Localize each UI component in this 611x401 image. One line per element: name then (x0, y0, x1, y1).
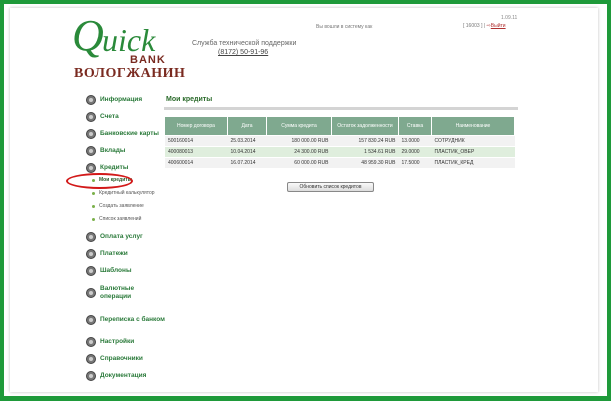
globe-icon (86, 266, 96, 276)
cell-name: ПЛАСТИК_ОВЕР (431, 146, 515, 158)
cell-rate: 17.5000 (398, 157, 432, 168)
cell-contract: 400600014 (165, 157, 228, 168)
bullet-icon (92, 205, 95, 208)
exit-link[interactable]: Выйти (491, 23, 506, 29)
cell-balance: 48 959.30 RUB (331, 157, 399, 168)
separator: | (483, 23, 486, 29)
sidebar-item-label: Информация (100, 96, 143, 103)
globe-icon (86, 288, 96, 298)
globe-icon (86, 112, 96, 122)
version-label: 1.09.11 (501, 15, 518, 21)
cell-contract: 400080013 (165, 146, 228, 158)
globe-icon (86, 232, 96, 242)
refresh-credits-button[interactable]: Обновить список кредитов (287, 182, 374, 192)
welcome-text: Вы вошли в систему как (316, 24, 373, 30)
highlight-circle (66, 173, 133, 189)
sidebar-item-currency[interactable]: Валютные операции (86, 280, 166, 306)
bullet-icon (92, 218, 95, 221)
col-date: Дата (227, 117, 267, 136)
table-row[interactable]: 400080013 10.04.2014 24 300.00 RUB 1 534… (165, 146, 515, 158)
user-bar: 1.09.11 [ 16003 ] | ⇨Выйти (463, 15, 517, 29)
sidebar-item-templates[interactable]: Шаблоны (86, 263, 166, 279)
col-amount: Сумма кредита (266, 117, 332, 136)
globe-icon (86, 354, 96, 364)
sidebar-item-label: Справочники (100, 355, 143, 362)
sidebar-item-label: Счета (100, 113, 119, 120)
globe-icon (86, 337, 96, 347)
support-label: Служба технической поддержки (192, 40, 297, 47)
sidebar-item-label: Шаблоны (100, 267, 132, 274)
cell-date: 16.07.2014 (227, 157, 267, 168)
submenu-credit-calculator[interactable]: Кредитный калькулятор (92, 190, 166, 200)
globe-icon (86, 315, 96, 325)
cell-date: 25.03.2014 (227, 135, 267, 147)
quick-bank-logo: Q uick BANK ВОЛОГЖАНИН (72, 14, 192, 84)
sidebar-item-payments-services[interactable]: Оплата услуг (86, 229, 166, 245)
logo-q: Q (72, 11, 104, 60)
sidebar-item-label: Вклады (100, 147, 126, 154)
sidebar-nav: Информация Счета Банковские карты Вклады… (86, 92, 166, 385)
cell-amount: 180 000.00 RUB (266, 135, 332, 147)
sidebar-item-correspondence[interactable]: Переписка с банком (86, 307, 166, 333)
sidebar-item-label: Настройки (100, 338, 135, 345)
sidebar-item-payments[interactable]: Платежи (86, 246, 166, 262)
col-rate: Ставка (398, 117, 432, 136)
sidebar-item-label: Документация (100, 372, 147, 379)
col-name: Наименование (431, 117, 515, 136)
logo-uick: uick (102, 22, 156, 58)
cell-rate: 13.0000 (398, 135, 432, 147)
globe-icon (86, 95, 96, 105)
sidebar-item-directories[interactable]: Справочники (86, 351, 166, 367)
sidebar-item-settings[interactable]: Настройки (86, 334, 166, 350)
title-divider (164, 107, 518, 110)
sidebar-item-accounts[interactable]: Счета (86, 109, 166, 125)
table-header-row: Номер договора Дата Сумма кредита Остато… (165, 117, 515, 136)
submenu-application-list[interactable]: Список заявлений (92, 216, 166, 226)
cell-name: ПЛАСТИК_КРЕД (431, 157, 515, 168)
cell-amount: 24 300.00 RUB (266, 146, 332, 158)
submenu-create-application[interactable]: Создать заявление (92, 203, 166, 213)
bullet-icon (92, 192, 95, 195)
sidebar-item-label: Оплата услуг (100, 233, 143, 240)
page-title: Мои кредиты (166, 96, 213, 103)
sidebar-item-documentation[interactable]: Документация (86, 368, 166, 384)
cell-amount: 60 000.00 RUB (266, 157, 332, 168)
globe-icon (86, 146, 96, 156)
globe-icon (86, 371, 96, 381)
table-row[interactable]: 400600014 16.07.2014 60 000.00 RUB 48 95… (165, 157, 515, 168)
sidebar-item-label: Кредиты (100, 164, 129, 171)
submenu-label: Список заявлений (99, 216, 142, 222)
support-block: Служба технической поддержки (8172) 50-9… (192, 40, 296, 56)
cell-name: СОТРУДНИК (431, 135, 515, 147)
globe-icon (86, 249, 96, 259)
logo-bank: BANK (130, 54, 166, 66)
user-id: [ 16003 ] (463, 23, 483, 29)
logo-region: ВОЛОГЖАНИН (74, 66, 186, 81)
sidebar-item-info[interactable]: Информация (86, 92, 166, 108)
sidebar-item-label: Переписка с банком (100, 316, 165, 323)
sidebar-item-deposits[interactable]: Вклады (86, 143, 166, 159)
cell-balance: 157 830.24 RUB (331, 135, 399, 147)
globe-icon (86, 163, 96, 173)
sidebar-item-cards[interactable]: Банковские карты (86, 126, 166, 142)
globe-icon (86, 129, 96, 139)
table-row[interactable]: 500160014 25.03.2014 180 000.00 RUB 157 … (165, 135, 515, 147)
sidebar-item-label: Валютные операции (100, 285, 135, 300)
support-phone-link[interactable]: (8172) 50-91-96 (218, 49, 296, 56)
sidebar-item-label: Банковские карты (100, 130, 159, 137)
cell-contract: 500160014 (165, 135, 228, 147)
submenu-label: Кредитный калькулятор (99, 190, 155, 196)
sidebar-item-label: Платежи (100, 250, 128, 257)
cell-date: 10.04.2014 (227, 146, 267, 158)
cell-rate: 29.0000 (398, 146, 432, 158)
col-balance: Остаток задолженности (331, 117, 399, 136)
cell-balance: 1 534.61 RUB (331, 146, 399, 158)
credits-table: Номер договора Дата Сумма кредита Остато… (165, 117, 515, 168)
submenu-label: Создать заявление (99, 203, 144, 209)
col-contract-number: Номер договора (165, 117, 228, 136)
